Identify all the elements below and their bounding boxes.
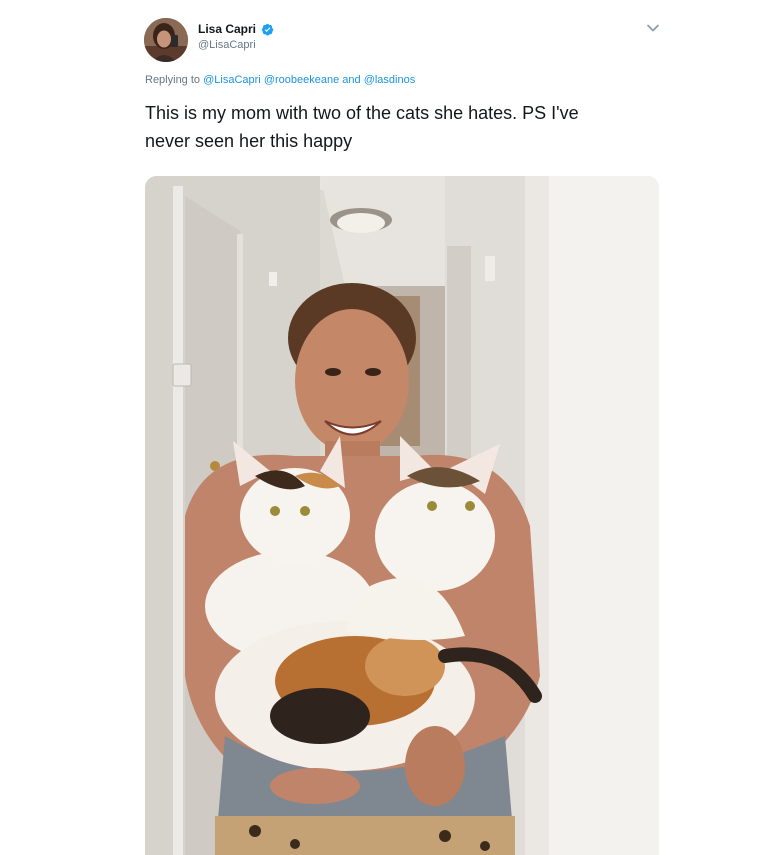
author-handle[interactable]: @LisaCapri — [198, 39, 256, 51]
replying-to: Replying to @LisaCapri @roobeekeane and … — [145, 74, 415, 86]
tweet: Lisa Capri @LisaCapri Replying to @LisaC… — [0, 0, 760, 855]
tweet-text-line: This is my mom with two of the cats she … — [145, 103, 579, 123]
verified-badge-icon — [261, 23, 274, 36]
author-row: Lisa Capri — [198, 22, 274, 36]
tweet-photo[interactable] — [145, 176, 659, 855]
mention-link[interactable]: @LisaCapri — [203, 74, 261, 86]
tweet-text-line: never seen her this happy — [145, 131, 353, 151]
photo-image — [145, 176, 659, 855]
mention-joiner[interactable]: and — [342, 74, 360, 86]
mention-link[interactable]: @roobeekeane — [264, 74, 339, 86]
avatar[interactable] — [144, 18, 188, 62]
mention-link[interactable]: @lasdinos — [364, 74, 416, 86]
chevron-down-icon[interactable] — [646, 23, 660, 33]
tweet-text: This is my mom with two of the cats she … — [145, 99, 665, 155]
author-display-name[interactable]: Lisa Capri — [198, 22, 256, 36]
avatar-image — [144, 18, 188, 62]
replying-to-label: Replying to — [145, 74, 201, 86]
